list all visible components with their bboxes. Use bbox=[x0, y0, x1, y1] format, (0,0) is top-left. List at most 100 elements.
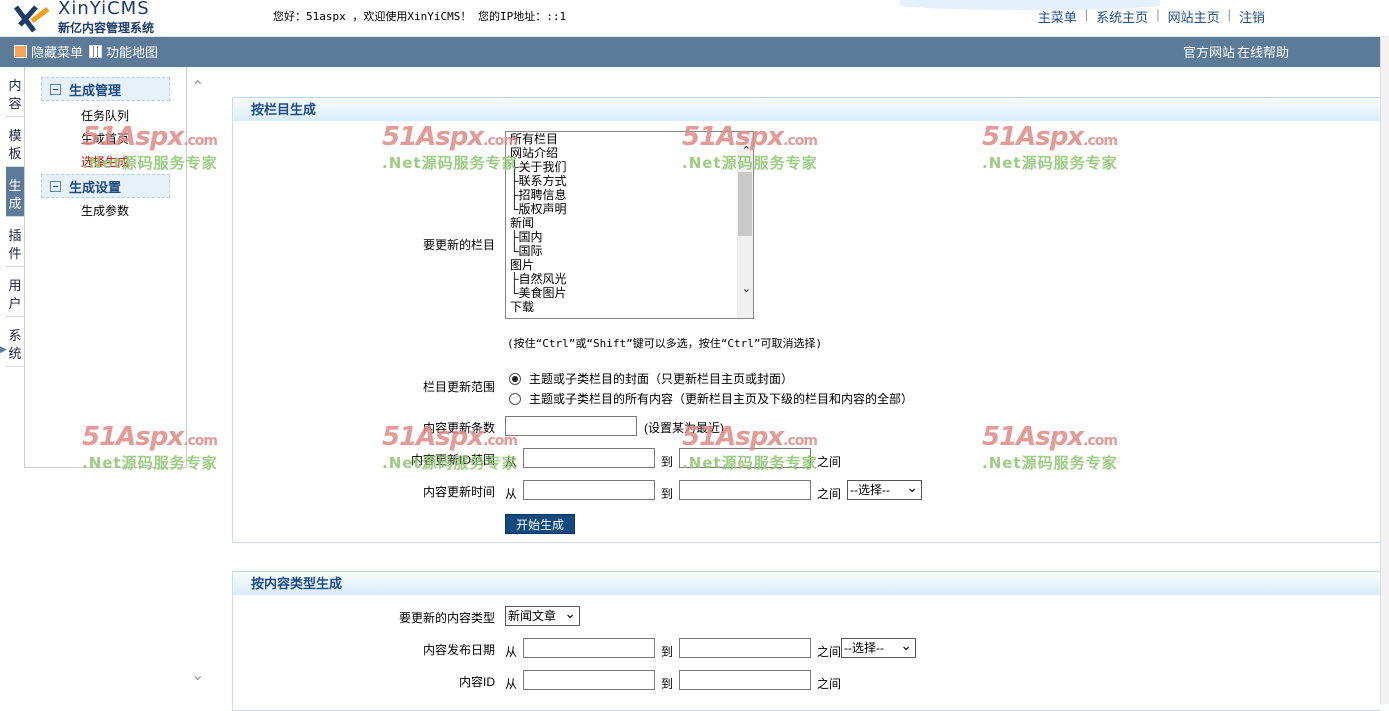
sidebar-item-generate-home[interactable]: 生成首页 bbox=[81, 128, 186, 151]
column-option[interactable]: 网站介绍 bbox=[506, 146, 753, 160]
between-label: 之间 bbox=[817, 645, 842, 659]
column-option[interactable]: ├自然风光 bbox=[506, 272, 753, 286]
xinyi-logo-icon bbox=[14, 5, 50, 33]
range-option-cover[interactable]: 主题或子类栏目的封面（只更新栏目主页或封面） bbox=[509, 370, 793, 387]
frame-scroll[interactable]: ⌃ ⌄ bbox=[187, 67, 211, 704]
select-value: 新闻文章 bbox=[508, 609, 557, 623]
brand-name-en: XinYiCMS bbox=[58, 0, 150, 19]
tab-template[interactable]: 模板 bbox=[6, 117, 24, 167]
scroll-down-icon[interactable]: ⌄ bbox=[742, 282, 751, 295]
to-label: 到 bbox=[661, 455, 674, 469]
nav-separator: | bbox=[1227, 7, 1231, 22]
official-site-link[interactable]: 官方网站 bbox=[1183, 42, 1235, 61]
id-from-input[interactable] bbox=[523, 448, 655, 468]
tab-plugins[interactable]: 插件 bbox=[6, 217, 24, 267]
brand-name-cn: 新亿内容管理系统 bbox=[58, 21, 155, 35]
time-range-select[interactable]: --选择-- bbox=[847, 478, 922, 500]
column-option[interactable]: ├招聘信息 bbox=[506, 188, 753, 202]
column-option[interactable]: └版权声明 bbox=[506, 202, 753, 216]
hide-menu-icon bbox=[14, 45, 27, 58]
column-option[interactable]: 图片 bbox=[506, 258, 753, 272]
sidebar-item-generate-params[interactable]: 生成参数 bbox=[81, 200, 186, 223]
section-title: 按内容类型生成 bbox=[233, 571, 1380, 595]
id-range-label: 内容更新ID范围 bbox=[411, 453, 496, 467]
start-generate-button[interactable]: 开始生成 bbox=[505, 514, 575, 534]
cid-from-input[interactable] bbox=[523, 670, 655, 690]
scroll-thumb[interactable] bbox=[738, 172, 752, 236]
sidebar-item-select-generate[interactable]: 选择生成 bbox=[81, 151, 186, 174]
column-option[interactable]: ├国内 bbox=[506, 230, 753, 244]
sitemap-button[interactable]: 功能地图 bbox=[89, 42, 158, 61]
columns-listbox[interactable]: 所有栏目 网站介绍 ├关于我们 ├联系方式 ├招聘信息 └版权声明 新闻 ├国内 └国际 图片 ├自… bbox=[505, 131, 754, 319]
between-label: 之间 bbox=[817, 455, 842, 469]
tab-system[interactable]: 系统 bbox=[6, 317, 24, 367]
online-help-label: 在线帮助 bbox=[1237, 45, 1290, 60]
column-option[interactable]: └国际 bbox=[506, 244, 753, 258]
column-option[interactable]: 新闻 bbox=[506, 216, 753, 230]
column-option[interactable]: 所有栏目 bbox=[506, 132, 753, 146]
sitemap-label: 功能地图 bbox=[106, 45, 159, 60]
group-title: 生成管理 bbox=[69, 82, 122, 98]
date-to-input[interactable] bbox=[679, 638, 811, 658]
collapse-icon bbox=[50, 180, 61, 192]
date-from-input[interactable] bbox=[523, 638, 655, 658]
date-range-select[interactable]: --选择-- bbox=[841, 636, 916, 658]
column-option[interactable]: └美食图片 bbox=[506, 286, 753, 300]
scroll-up-icon[interactable]: ⌃ bbox=[191, 77, 204, 97]
top-nav: 主菜单 | 系统主页 | 网站主页 | 注销 bbox=[1038, 7, 1265, 26]
time-label: 内容更新时间 bbox=[423, 485, 496, 499]
section-by-content-type: 按内容类型生成 要更新的内容类型 新闻文章 内容发布日期 从 到 之间 --选择… bbox=[232, 571, 1380, 711]
column-option[interactable]: 下载 bbox=[506, 300, 753, 314]
sidebar-item-task-queue[interactable]: 任务队列 bbox=[81, 105, 186, 128]
tab-content[interactable]: 内容 bbox=[6, 67, 24, 117]
nav-logout[interactable]: 注销 bbox=[1239, 7, 1265, 26]
hide-menu-label: 隐藏菜单 bbox=[31, 45, 84, 60]
id-to-input[interactable] bbox=[679, 448, 811, 468]
time-to-input[interactable] bbox=[679, 480, 811, 500]
scroll-down-icon[interactable]: ⌄ bbox=[191, 665, 204, 685]
menu-bar: 隐藏菜单 功能地图 官方网站 在线帮助 bbox=[0, 37, 1389, 67]
from-label: 从 bbox=[505, 455, 518, 469]
expand-arrow-icon[interactable]: ▶ bbox=[0, 344, 7, 355]
select-value: --选择-- bbox=[850, 483, 890, 497]
select-value: --选择-- bbox=[844, 641, 884, 655]
collapse-icon bbox=[50, 83, 61, 95]
range-label: 栏目更新范围 bbox=[423, 380, 496, 394]
online-help-link[interactable]: 在线帮助 bbox=[1237, 42, 1289, 61]
tab-users[interactable]: 用户 bbox=[6, 267, 24, 317]
from-label: 从 bbox=[505, 487, 518, 501]
radio-all[interactable] bbox=[509, 392, 521, 405]
multi-select-hint: (按住“Ctrl”或“Shift”键可以多选，按住“Ctrl”可取消选择) bbox=[507, 337, 823, 350]
main-content: 按栏目生成 要更新的栏目 所有栏目 网站介绍 ├关于我们 ├联系方式 ├招聘信息 └版权声… bbox=[232, 97, 1389, 711]
range-option-all[interactable]: 主题或子类栏目的所有内容（更新栏目主页及下级的栏目和内容的全部） bbox=[509, 390, 913, 407]
group-title: 生成设置 bbox=[69, 179, 122, 195]
to-label: 到 bbox=[661, 645, 674, 659]
nav-main-menu[interactable]: 主菜单 bbox=[1038, 7, 1077, 26]
nav-separator: | bbox=[1084, 7, 1089, 22]
welcome-text: 您好：51aspx ，欢迎使用XinYiCMS！ 您的IP地址：::1 bbox=[273, 10, 567, 23]
column-option[interactable]: ├关于我们 bbox=[506, 160, 753, 174]
time-from-input[interactable] bbox=[523, 480, 655, 500]
radio-cover[interactable] bbox=[509, 372, 521, 385]
group-generate-manage[interactable]: 生成管理 bbox=[41, 77, 170, 101]
count-input[interactable] bbox=[505, 416, 637, 436]
section-title: 按栏目生成 bbox=[233, 97, 1380, 121]
sidebar-panel: 生成管理 任务队列 生成首页 选择生成 生成设置 生成参数 bbox=[24, 67, 187, 468]
official-site-label: 官方网站 bbox=[1183, 45, 1236, 60]
content-id-label: 内容ID bbox=[459, 675, 496, 689]
range-option-all-label: 主题或子类栏目的所有内容（更新栏目主页及下级的栏目和内容的全部） bbox=[529, 392, 914, 406]
nav-site-home[interactable]: 网站主页 bbox=[1168, 7, 1220, 26]
group-generate-settings[interactable]: 生成设置 bbox=[41, 174, 170, 198]
publish-date-label: 内容发布日期 bbox=[423, 643, 496, 657]
tab-generate[interactable]: 生成 bbox=[6, 167, 24, 217]
range-option-cover-label: 主题或子类栏目的封面（只更新栏目主页或封面） bbox=[529, 372, 794, 386]
nav-system-home[interactable]: 系统主页 bbox=[1096, 7, 1148, 26]
content-type-select[interactable]: 新闻文章 bbox=[505, 604, 580, 626]
top-header: XinYiCMS 新亿内容管理系统 您好：51aspx ，欢迎使用XinYiCM… bbox=[0, 0, 1389, 37]
cid-to-input[interactable] bbox=[679, 670, 811, 690]
content-type-label: 要更新的内容类型 bbox=[399, 611, 496, 625]
column-option[interactable]: ├联系方式 bbox=[506, 174, 753, 188]
count-label: 内容更新条数 bbox=[423, 421, 496, 435]
scroll-up-icon[interactable]: ⌃ bbox=[742, 144, 751, 157]
hide-menu-button[interactable]: 隐藏菜单 bbox=[14, 42, 83, 61]
